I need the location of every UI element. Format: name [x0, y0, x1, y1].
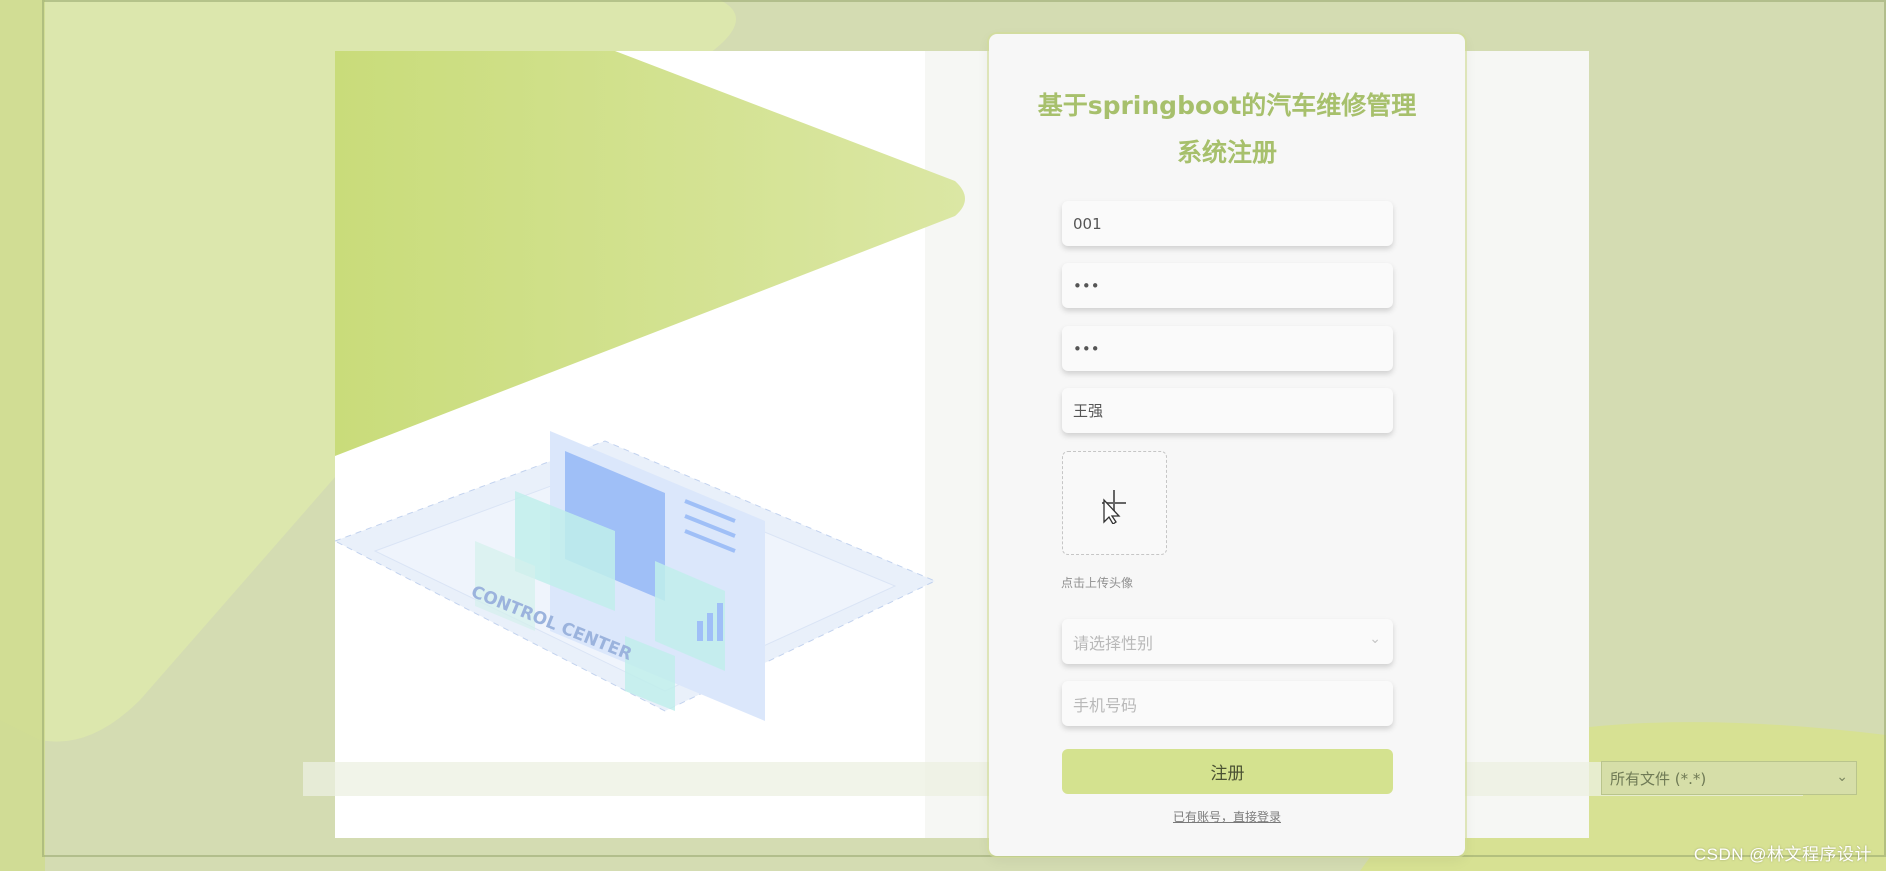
register-card: 基于springboot的汽车维修管理 系统注册 001 ••• ••• 王强 …	[989, 34, 1465, 856]
name-input[interactable]: 王强	[1062, 388, 1393, 433]
background: CONTROL CENTER 所有文件 (*.*) ⌄	[0, 0, 1886, 871]
chevron-down-icon: ⌄	[1836, 769, 1848, 785]
phone-input[interactable]: 手机号码	[1062, 681, 1393, 726]
watermark-text: CSDN @林文程序设计	[1693, 845, 1872, 864]
title-line-1: 基于springboot的汽车维修管理	[1037, 91, 1417, 120]
file-type-filter-value: 所有文件 (*.*)	[1610, 769, 1707, 788]
upload-hint-text: 点击上传头像	[1061, 576, 1134, 590]
phone-input-placeholder: 手机号码	[1073, 695, 1138, 715]
title-line-2: 系统注册	[1176, 138, 1277, 167]
page-title: 基于springboot的汽车维修管理 系统注册	[989, 82, 1465, 176]
login-link[interactable]: 已有账号，直接登录	[989, 808, 1465, 825]
gender-select-placeholder: 请选择性别	[1073, 633, 1154, 653]
register-button[interactable]: 注册	[1062, 749, 1393, 794]
account-input-value: 001	[1073, 214, 1102, 233]
password-input-value: •••	[1073, 276, 1100, 295]
chevron-down-icon: ⌄	[1369, 631, 1381, 647]
account-input[interactable]: 001	[1062, 201, 1393, 246]
file-type-filter-dropdown[interactable]: 所有文件 (*.*) ⌄	[1601, 761, 1857, 795]
gender-select[interactable]: 请选择性别 ⌄	[1062, 619, 1393, 664]
confirm-password-input[interactable]: •••	[1062, 326, 1393, 371]
name-input-value: 王强	[1073, 402, 1104, 420]
password-input[interactable]: •••	[1062, 263, 1393, 308]
confirm-password-input-value: •••	[1073, 339, 1100, 358]
plus-cursor-icon	[1102, 490, 1126, 524]
avatar-upload-box[interactable]	[1062, 451, 1167, 555]
